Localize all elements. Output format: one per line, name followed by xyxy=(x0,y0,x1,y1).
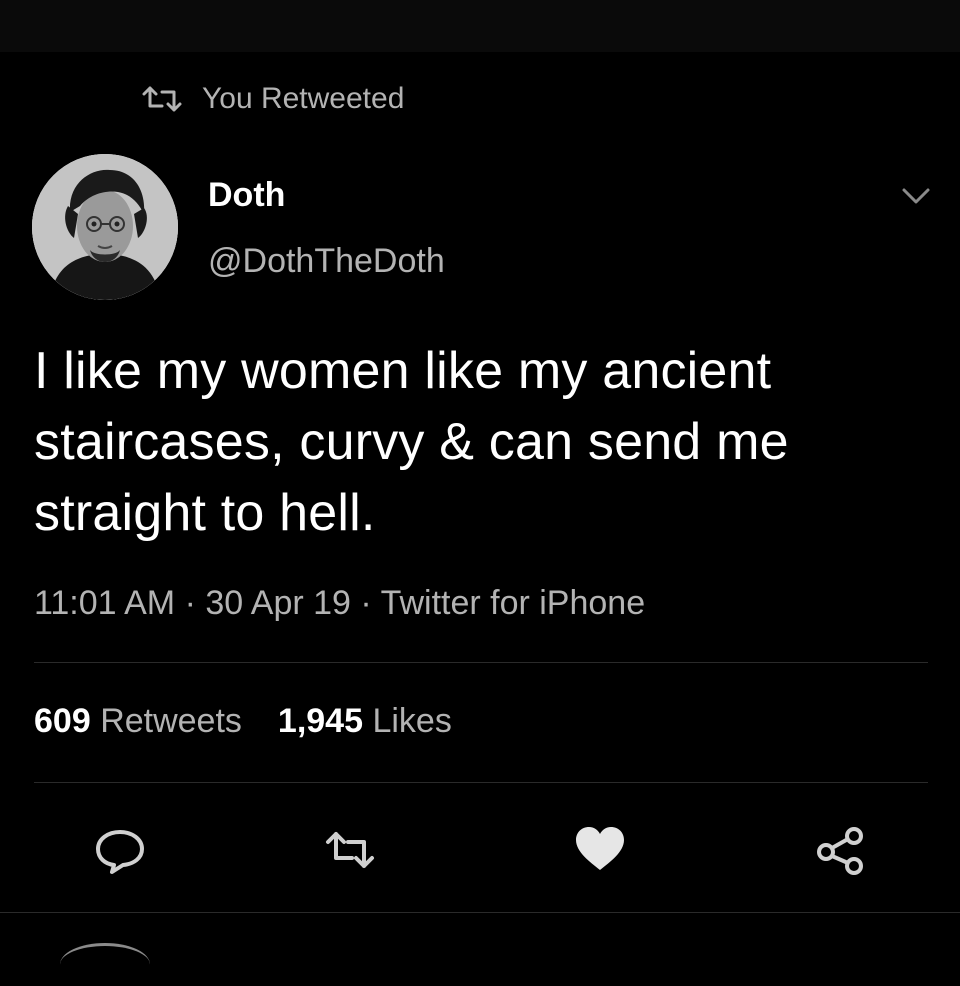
tweet-timestamp[interactable]: 11:01 AM xyxy=(34,584,175,622)
next-tweet-avatar xyxy=(60,943,150,986)
chevron-down-icon[interactable] xyxy=(898,184,934,208)
tweet-text-line: staircases, curvy & can send me xyxy=(34,413,789,471)
retweet-banner-label: You Retweeted xyxy=(202,82,405,115)
author-name[interactable]: Doth xyxy=(208,176,285,215)
retweets-count: 609 xyxy=(34,702,91,740)
tweet-source[interactable]: Twitter for iPhone xyxy=(381,584,646,622)
likes-count: 1,945 xyxy=(277,702,364,740)
divider xyxy=(34,662,928,663)
tweet-text: I like my women like my ancient staircas… xyxy=(34,336,934,549)
tweet-meta: 11:01 AM · 30 Apr 19 · Twitter for iPhon… xyxy=(34,584,645,623)
like-button[interactable] xyxy=(572,822,628,878)
tweet-stats: 609 Retweets 1,945 Likes xyxy=(34,702,452,741)
like-icon xyxy=(576,827,624,870)
action-bar xyxy=(0,822,960,882)
tweet-text-line: straight to hell. xyxy=(34,484,376,542)
retweets-stat[interactable]: 609 Retweets xyxy=(34,702,242,741)
tweet-card: You Retweeted Doth @DothTheDoth I like m… xyxy=(0,52,960,912)
avatar[interactable] xyxy=(32,154,178,300)
divider xyxy=(34,782,928,783)
share-button[interactable] xyxy=(812,822,868,878)
tweet-date[interactable]: 30 Apr 19 xyxy=(205,584,351,622)
retweet-banner: You Retweeted xyxy=(140,82,404,116)
likes-label: Likes xyxy=(372,702,452,740)
meta-separator: · xyxy=(360,584,372,622)
author-handle[interactable]: @DothTheDoth xyxy=(208,242,445,281)
top-strip xyxy=(0,0,960,52)
likes-stat[interactable]: 1,945 Likes xyxy=(278,702,452,741)
share-icon xyxy=(817,827,863,875)
next-tweet-preview[interactable] xyxy=(0,912,960,951)
tweet-text-line: I like my women like my ancient xyxy=(34,342,772,400)
retweets-label: Retweets xyxy=(100,702,242,740)
avatar-portrait-image xyxy=(32,154,178,300)
retweet-icon xyxy=(326,832,374,868)
retweet-icon xyxy=(142,86,182,112)
reply-icon xyxy=(96,830,144,874)
retweet-button[interactable] xyxy=(322,822,378,878)
meta-separator: · xyxy=(184,584,196,622)
reply-button[interactable] xyxy=(92,822,148,878)
